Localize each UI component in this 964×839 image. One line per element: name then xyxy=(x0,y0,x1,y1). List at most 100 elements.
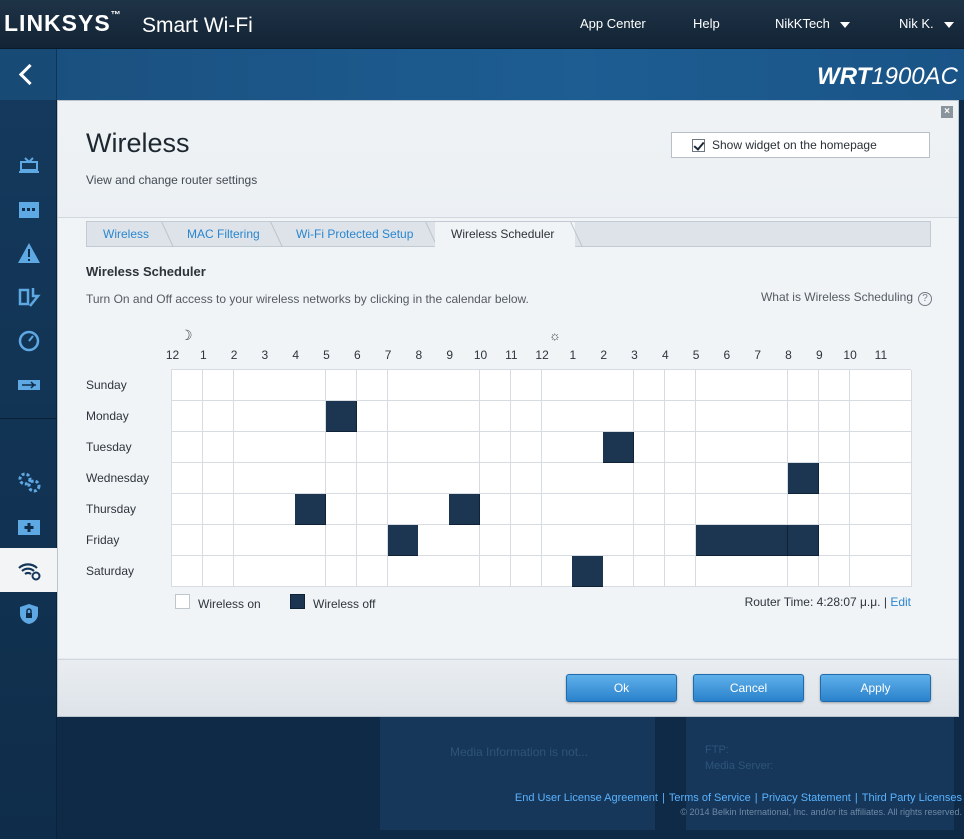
sidebar-item-device-list[interactable] xyxy=(0,143,57,187)
schedule-cell-on[interactable] xyxy=(233,463,265,494)
schedule-cell-on[interactable] xyxy=(818,556,851,587)
schedule-cell-on[interactable] xyxy=(849,525,881,556)
schedule-cell-off[interactable] xyxy=(757,525,789,556)
show-widget-toggle[interactable]: Show widget on the homepage xyxy=(671,132,930,158)
schedule-cell-on[interactable] xyxy=(572,494,604,525)
schedule-cell-on[interactable] xyxy=(172,525,204,556)
schedule-cell-on[interactable] xyxy=(387,494,419,525)
schedule-cell-on[interactable] xyxy=(603,463,635,494)
schedule-cell-on[interactable] xyxy=(726,370,758,401)
schedule-cell-off[interactable] xyxy=(726,525,758,556)
schedule-cell-on[interactable] xyxy=(172,370,204,401)
schedule-cell-on[interactable] xyxy=(264,370,296,401)
schedule-cell-on[interactable] xyxy=(757,494,789,525)
schedule-cell-on[interactable] xyxy=(449,401,481,432)
schedule-cell-on[interactable] xyxy=(541,370,573,401)
schedule-cell-on[interactable] xyxy=(695,494,727,525)
schedule-cell-on[interactable] xyxy=(541,556,573,587)
schedule-cell-on[interactable] xyxy=(449,463,481,494)
schedule-cell-off[interactable] xyxy=(788,463,820,494)
schedule-cell-on[interactable] xyxy=(480,463,512,494)
schedule-cell-on[interactable] xyxy=(603,494,635,525)
apply-button[interactable]: Apply xyxy=(820,674,931,702)
schedule-cell-on[interactable] xyxy=(295,463,327,494)
schedule-cell-on[interactable] xyxy=(634,401,666,432)
close-icon[interactable]: × xyxy=(941,106,953,118)
schedule-cell-on[interactable] xyxy=(295,370,327,401)
user-menu[interactable]: Nik K. xyxy=(899,16,954,31)
schedule-cell-on[interactable] xyxy=(603,556,635,587)
schedule-cell-on[interactable] xyxy=(849,401,881,432)
back-button[interactable] xyxy=(0,49,57,100)
schedule-cell-off[interactable] xyxy=(295,494,327,525)
schedule-cell-on[interactable] xyxy=(295,525,327,556)
schedule-cell-on[interactable] xyxy=(264,463,296,494)
linksys-logo[interactable]: LINKSYS™ xyxy=(4,10,122,37)
schedule-cell-on[interactable] xyxy=(634,432,666,463)
schedule-cell-off[interactable] xyxy=(695,525,727,556)
schedule-cell-on[interactable] xyxy=(849,494,881,525)
schedule-cell-on[interactable] xyxy=(172,432,204,463)
schedule-cell-on[interactable] xyxy=(849,432,881,463)
schedule-cell-on[interactable] xyxy=(480,494,512,525)
tab-mac-filtering[interactable]: MAC Filtering xyxy=(171,222,275,247)
schedule-cell-on[interactable] xyxy=(849,370,881,401)
schedule-cell-on[interactable] xyxy=(480,401,512,432)
schedule-cell-on[interactable] xyxy=(356,463,389,494)
schedule-cell-on[interactable] xyxy=(202,494,235,525)
schedule-cell-on[interactable] xyxy=(418,401,450,432)
schedule-cell-on[interactable] xyxy=(695,370,727,401)
schedule-cell-on[interactable] xyxy=(356,432,389,463)
schedule-cell-on[interactable] xyxy=(510,556,543,587)
schedule-cell-on[interactable] xyxy=(264,494,296,525)
tab-wireless[interactable]: Wireless xyxy=(87,222,166,247)
schedule-cell-on[interactable] xyxy=(541,401,573,432)
schedule-cell-on[interactable] xyxy=(172,494,204,525)
schedule-cell-on[interactable] xyxy=(264,556,296,587)
sidebar-item-media-prioritization[interactable] xyxy=(0,275,57,319)
schedule-cell-on[interactable] xyxy=(510,432,543,463)
schedule-cell-on[interactable] xyxy=(202,463,235,494)
schedule-cell-off[interactable] xyxy=(387,525,419,556)
schedule-cell-on[interactable] xyxy=(634,556,666,587)
schedule-cell-on[interactable] xyxy=(726,401,758,432)
schedule-cell-on[interactable] xyxy=(295,401,327,432)
schedule-cell-on[interactable] xyxy=(880,370,912,401)
tab-wps[interactable]: Wi-Fi Protected Setup xyxy=(280,222,430,247)
schedule-cell-on[interactable] xyxy=(818,463,851,494)
sidebar-item-parental-controls[interactable] xyxy=(0,187,57,231)
schedule-cell-on[interactable] xyxy=(264,432,296,463)
schedule-cell-on[interactable] xyxy=(572,401,604,432)
schedule-cell-on[interactable] xyxy=(233,494,265,525)
schedule-cell-on[interactable] xyxy=(172,463,204,494)
schedule-cell-on[interactable] xyxy=(880,401,912,432)
schedule-cell-on[interactable] xyxy=(818,525,851,556)
schedule-cell-on[interactable] xyxy=(757,401,789,432)
schedule-cell-on[interactable] xyxy=(634,370,666,401)
sidebar-item-security[interactable] xyxy=(0,592,57,636)
schedule-cell-on[interactable] xyxy=(664,556,697,587)
schedule-cell-on[interactable] xyxy=(387,401,419,432)
schedule-cell-on[interactable] xyxy=(726,556,758,587)
schedule-cell-on[interactable] xyxy=(264,401,296,432)
schedule-cell-on[interactable] xyxy=(418,432,450,463)
schedule-cell-on[interactable] xyxy=(510,463,543,494)
schedule-cell-on[interactable] xyxy=(695,556,727,587)
schedule-cell-on[interactable] xyxy=(418,525,450,556)
schedule-cell-on[interactable] xyxy=(356,525,389,556)
schedule-cell-on[interactable] xyxy=(541,525,573,556)
schedule-cell-on[interactable] xyxy=(818,432,851,463)
schedule-cell-on[interactable] xyxy=(326,494,358,525)
schedule-cell-on[interactable] xyxy=(480,370,512,401)
schedule-cell-on[interactable] xyxy=(449,370,481,401)
schedule-cell-on[interactable] xyxy=(572,370,604,401)
sidebar-item-external-storage[interactable] xyxy=(0,363,57,407)
sidebar-item-connectivity[interactable] xyxy=(0,460,57,504)
schedule-cell-on[interactable] xyxy=(233,556,265,587)
widget-checkbox[interactable] xyxy=(692,139,705,152)
sidebar-item-speed-test[interactable] xyxy=(0,319,57,363)
schedule-cell-on[interactable] xyxy=(572,432,604,463)
schedule-cell-on[interactable] xyxy=(202,432,235,463)
ok-button[interactable]: Ok xyxy=(566,674,677,702)
schedule-cell-off[interactable] xyxy=(449,494,481,525)
